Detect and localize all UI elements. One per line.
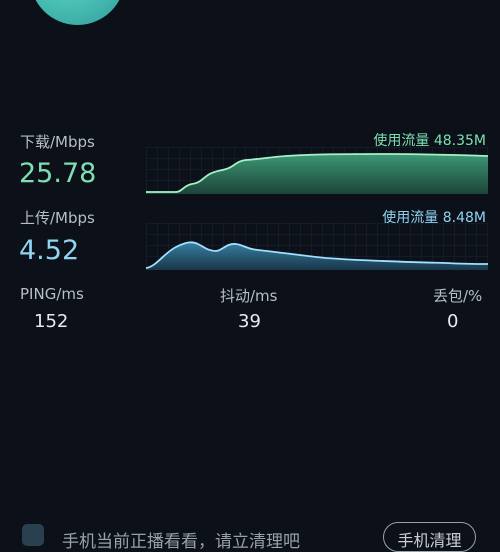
cleanup-banner: 手机当前正播看看，请立清理吧 手机清理 bbox=[0, 518, 500, 552]
jitter-value: 39 bbox=[238, 311, 261, 332]
packet-loss-value: 0 bbox=[447, 311, 459, 332]
ping-label: PING/ms bbox=[20, 285, 84, 303]
upload-speed-chart bbox=[146, 223, 488, 270]
jitter-label: 抖动/ms bbox=[220, 287, 278, 305]
download-label: 下载/Mbps bbox=[20, 133, 95, 151]
download-speed-value: 25.78 bbox=[19, 158, 97, 189]
speed-gauge-orb bbox=[30, 0, 125, 25]
phone-cleanup-icon bbox=[22, 524, 44, 546]
phone-cleanup-button-label: 手机清理 bbox=[397, 531, 462, 550]
download-speed-chart bbox=[146, 147, 488, 194]
upload-label: 上传/Mbps bbox=[20, 209, 95, 227]
ping-value: 152 bbox=[34, 311, 69, 332]
upload-speed-value: 4.52 bbox=[19, 235, 80, 266]
cleanup-banner-text: 手机当前正播看看，请立清理吧 bbox=[62, 532, 300, 552]
phone-cleanup-button[interactable]: 手机清理 bbox=[383, 522, 476, 552]
packet-loss-label: 丢包/% bbox=[433, 287, 483, 305]
